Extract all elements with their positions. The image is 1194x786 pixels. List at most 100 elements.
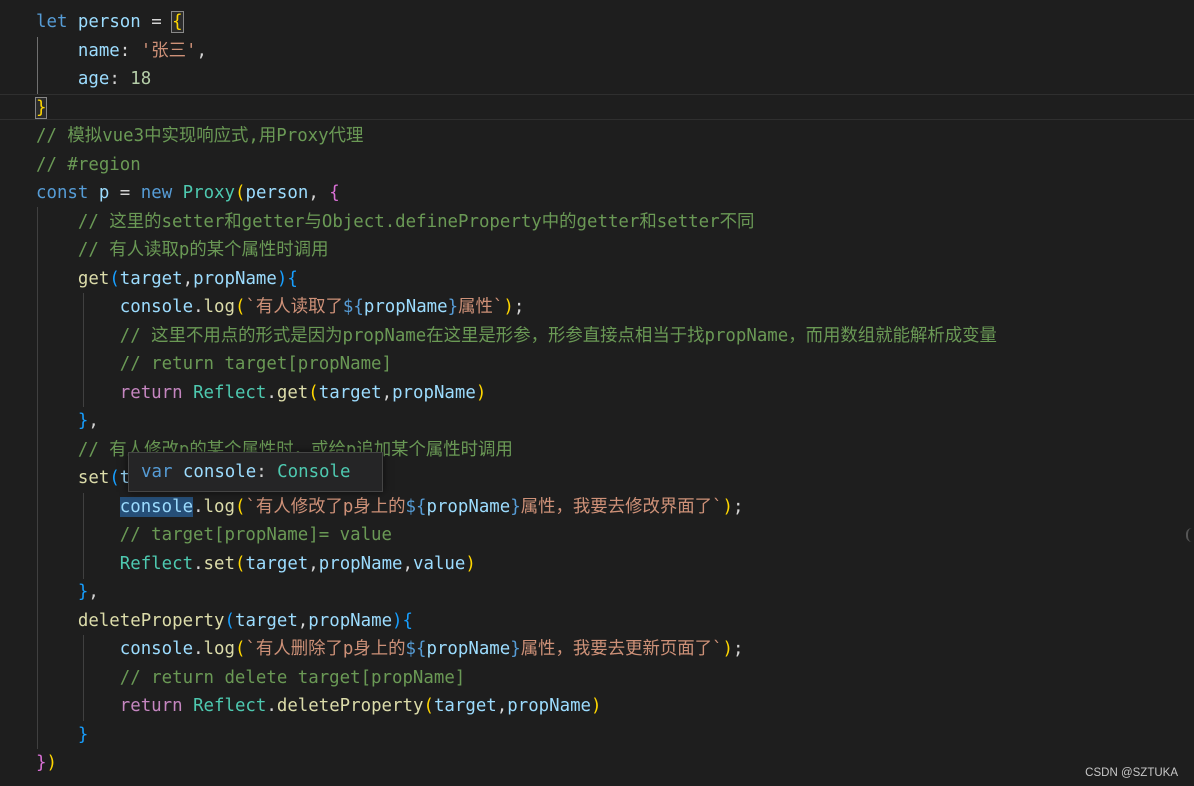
code-line[interactable]: return Reflect.deleteProperty(target,pro… [36, 692, 602, 721]
code-line[interactable]: } [36, 721, 88, 750]
code-token: target [245, 553, 309, 574]
code-line[interactable]: let person = { [36, 8, 184, 37]
code-token: // 这里不用点的形式是因为propName在这里是形参，形参直接点相当于找pr… [119, 325, 997, 346]
code-line[interactable]: // 这里的setter和getter与Object.definePropert… [36, 208, 754, 237]
code-token: deleteProperty [276, 696, 424, 716]
code-token: console [119, 496, 194, 517]
code-token: 属性` [458, 297, 504, 317]
code-token: // 有人读取p的某个属性时调用 [77, 240, 329, 260]
code-line[interactable]: return Reflect.get(target,propName) [36, 379, 487, 408]
code-line[interactable]: get(target,propName){ [36, 265, 298, 294]
code-token: return [119, 696, 183, 716]
code-token: name [77, 40, 120, 61]
code-token: set [203, 553, 235, 574]
code-token: // return delete target[propName] [119, 667, 466, 688]
code-line[interactable]: // 这里不用点的形式是因为propName在这里是形参，形参直接点相当于找pr… [36, 322, 997, 351]
code-token: } [510, 496, 521, 517]
code-line[interactable]: // target[propName]= value [36, 521, 392, 550]
code-token: , [88, 411, 99, 431]
code-line[interactable]: // return delete target[propName] [36, 664, 466, 693]
code-token: // target[propName]= value [119, 525, 392, 545]
code-token: 18 [130, 69, 152, 89]
code-token: target [318, 382, 382, 403]
code-line[interactable]: console.log(`有人读取了${propName}属性`); [36, 293, 525, 322]
hover-type: Console [277, 462, 351, 482]
code-token: value [413, 553, 466, 574]
code-line[interactable]: }, [36, 578, 99, 607]
code-token: ( [224, 610, 235, 631]
hover-tooltip: var console: Console [128, 452, 383, 492]
code-line[interactable]: // 有人读取p的某个属性时调用 [36, 236, 329, 265]
code-token: . [266, 382, 277, 403]
code-token: ( [234, 297, 246, 317]
scroll-edge-marker [1186, 528, 1194, 542]
code-line[interactable]: // 模拟vue3中实现响应式,用Proxy代理 [36, 122, 363, 151]
code-token: ; [513, 297, 525, 317]
code-token: log [203, 639, 235, 659]
code-token: 属性，我要去修改界面了` [520, 496, 723, 517]
code-line[interactable]: }, [36, 407, 99, 436]
code-token: set [77, 468, 110, 488]
code-line[interactable]: name: '张三', [36, 37, 207, 66]
code-line[interactable]: Reflect.set(target,propName,value) [36, 550, 476, 579]
code-line[interactable]: const p = new Proxy(person, { [36, 179, 340, 208]
code-token: ) [276, 268, 288, 289]
code-token: , [496, 696, 508, 716]
code-line[interactable]: deleteProperty(target,propName){ [36, 607, 413, 636]
code-editor[interactable]: let person = { name: '张三', age: 18} // 模拟… [0, 0, 1194, 786]
code-line[interactable]: age: 18 [36, 65, 151, 94]
code-token: console [119, 639, 194, 659]
code-token: propName [426, 639, 511, 659]
code-token: } [34, 96, 48, 119]
code-token: `有人读取了 [245, 297, 343, 317]
code-token: ( [234, 553, 246, 574]
code-line[interactable]: // #region [36, 151, 141, 180]
code-token: . [193, 553, 204, 574]
code-token: , [402, 553, 414, 574]
code-token: age [77, 69, 110, 89]
code-token: new [140, 183, 173, 203]
code-token: propName [392, 382, 476, 403]
code-token: propName [308, 610, 393, 631]
code-line[interactable]: }) [36, 749, 57, 778]
code-line[interactable]: console.log(`有人修改了p身上的${propName}属性，我要去修… [36, 493, 743, 522]
code-token: Reflect [193, 696, 267, 716]
code-token: 属性，我要去更新页面了` [520, 639, 723, 659]
code-token: ( [234, 496, 246, 517]
code-token: } [77, 724, 89, 745]
code-token: propName [193, 268, 277, 289]
code-line[interactable]: // return target[propName] [36, 350, 392, 379]
code-token: ) [46, 753, 57, 773]
code-token: target [433, 696, 497, 716]
code-token: Reflect [119, 553, 194, 574]
code-token: propName [507, 696, 592, 716]
code-line[interactable]: } [34, 94, 48, 123]
code-token: } [36, 753, 47, 773]
code-token: , [182, 268, 194, 289]
code-token: { [287, 268, 298, 289]
code-line[interactable]: console.log(`有人删除了p身上的${propName}属性，我要去更… [36, 635, 744, 664]
code-token: const [36, 183, 89, 203]
code-token: get [77, 268, 110, 289]
hover-separator: : [256, 462, 278, 482]
code-token: get [276, 382, 309, 403]
code-token: . [193, 496, 204, 517]
